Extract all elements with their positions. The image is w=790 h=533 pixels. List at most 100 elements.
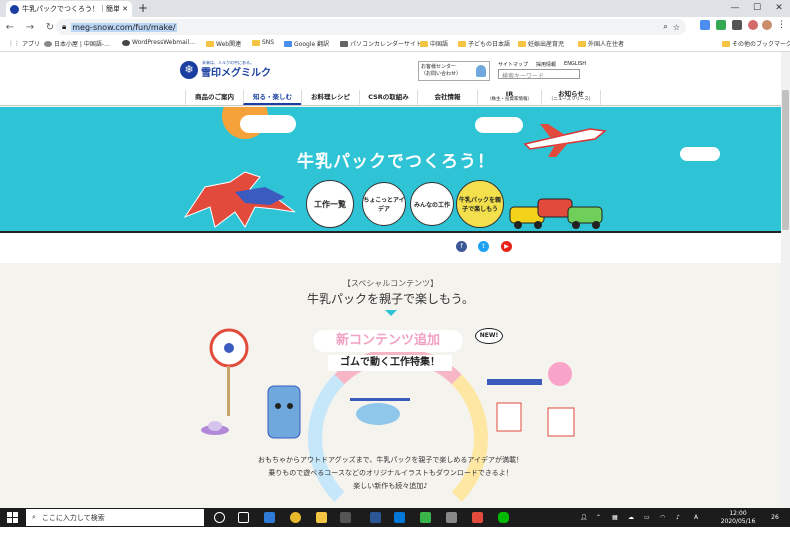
folder-icon [518, 40, 526, 47]
recruit-link[interactable]: 採用情報 [536, 61, 556, 68]
forward-icon[interactable]: → [20, 22, 40, 33]
maximize-button[interactable]: ☐ [746, 0, 768, 17]
extension-icon[interactable] [700, 20, 710, 30]
clock-date: 2020/05/16 [720, 518, 756, 525]
line-icon[interactable] [498, 512, 509, 523]
special-description-2: 乗りもので遊べるコースなどのオリジナルイラストもダウンロードできるよ！ [268, 469, 513, 477]
tab-strip: 牛乳パックでつくろう！｜簡単工作・自… ✕ + — ☐ ✕ [0, 0, 790, 17]
app-icon[interactable] [340, 512, 351, 523]
boat-illustration [487, 379, 542, 432]
bookmark-apps[interactable]: ⋮⋮ アプリ [8, 39, 40, 48]
site-logo[interactable]: ❄ 未来は、ミルクの中にある。 雪印メグミルク [180, 60, 271, 79]
search-icon: ⌕ [32, 513, 36, 521]
site-icon [122, 39, 130, 46]
nav-learn-enjoy[interactable]: 知る・楽しむ [243, 90, 301, 105]
youtube-icon[interactable]: ▶ [501, 241, 512, 252]
search-icon[interactable]: ⌕ [663, 22, 667, 32]
bookmark-folder[interactable]: Web関連 [206, 39, 241, 48]
bookmark-folder[interactable]: 妊娠出産育児 [518, 39, 564, 48]
mail-icon[interactable] [394, 512, 405, 523]
address-bar[interactable]: 🔒︎ meg-snow.com/fun/make/ ⌕ ☆ [56, 19, 686, 35]
close-tab-icon[interactable]: ✕ [122, 5, 128, 13]
folder-icon [420, 40, 428, 47]
bookmark[interactable]: Google 翻訳 [284, 39, 329, 48]
clock[interactable]: 12:00 2020/05/16 [716, 510, 760, 529]
nav-recipes[interactable]: お料理レシピ [301, 90, 359, 105]
site-search-input[interactable]: 検索キーワード [498, 69, 580, 80]
star-icon[interactable]: ☆ [673, 23, 680, 32]
folder-icon [252, 39, 260, 46]
nav-products[interactable]: 商品のご案内 [185, 90, 243, 105]
bookmark[interactable]: WordPressWebmail… [122, 39, 195, 46]
global-nav: 商品のご案内 知る・楽しむ お料理レシピ CSRの取組み 会社情報 IR （株主・… [0, 90, 781, 106]
cortana-icon[interactable] [214, 512, 225, 523]
airplane-illustration [523, 124, 607, 157]
tray-volume-icon[interactable]: ♪ [676, 514, 680, 533]
nav-company[interactable]: 会社情報 [417, 90, 477, 105]
edge-icon[interactable] [264, 512, 275, 523]
tray-network-icon[interactable]: ▦ [612, 514, 618, 533]
profile-avatar[interactable] [762, 20, 772, 30]
tray-people-icon[interactable]: 👤︎ [580, 514, 588, 533]
special-subtitle: 【スペシャルコンテンツ】 [342, 279, 439, 288]
ime-indicator[interactable]: A [694, 514, 698, 533]
promo-banner[interactable]: 新コンテンツ追加 ゴムで動く工作特集！ NEW! [200, 320, 580, 508]
word-icon[interactable] [370, 512, 381, 523]
app-icon[interactable] [446, 512, 457, 523]
race-cars-illustration [509, 198, 603, 229]
nav-news[interactable]: お知らせ （ニュースリリース） [541, 90, 601, 105]
folder-icon [722, 40, 730, 47]
nav-ir[interactable]: IR （株主・投資家情報） [477, 90, 541, 105]
windows-taskbar: ⌕ ここに入力して検索 👤︎ ⌃ ▦ ☁ ▭ ◠ ♪ A 12:00 2020/… [0, 508, 790, 527]
tray-chevron-up-icon[interactable]: ⌃ [596, 514, 601, 533]
tray-battery-icon[interactable]: ▭ [644, 514, 650, 533]
folder-icon [458, 40, 466, 47]
tray-wifi-icon[interactable]: ◠ [660, 514, 665, 533]
task-view-icon[interactable] [238, 512, 249, 523]
new-label: NEW! [475, 328, 503, 344]
operator-icon [476, 65, 486, 77]
bookmark[interactable]: パソコンカレンダーサイト [340, 39, 422, 48]
banner-button-everyone[interactable]: みんなの工作 [410, 182, 454, 226]
new-tab-button[interactable]: + [138, 0, 148, 17]
extension-icon[interactable] [716, 20, 726, 30]
customer-center-link[interactable]: お客様センター （お問い合わせ） [418, 61, 490, 81]
notification-count[interactable]: 26 [768, 514, 782, 533]
browser-tab[interactable]: 牛乳パックでつくろう！｜簡単工作・自… ✕ [6, 1, 132, 17]
bookmark-folder[interactable]: 中国語 [420, 39, 448, 48]
bookmark[interactable]: 日本小屋 | 中国語-… [44, 39, 110, 48]
banner-button-idea[interactable]: ちょこっとアイデア [362, 182, 406, 226]
scrollbar-thumb[interactable] [782, 90, 789, 230]
app-icon[interactable] [420, 512, 431, 523]
url-text[interactable]: meg-snow.com/fun/make/ [71, 22, 177, 32]
site-header: ❄ 未来は、ミルクの中にある。 雪印メグミルク お客様センター （お問い合わせ）… [0, 52, 781, 90]
photos-icon[interactable] [472, 512, 483, 523]
bookmark-folder[interactable]: 子どもの日本語 [458, 39, 510, 48]
sitemap-link[interactable]: サイトマップ [498, 61, 528, 68]
browser-toolbar: ← → ↻ 🔒︎ meg-snow.com/fun/make/ ⌕ ☆ ⋮ [0, 17, 790, 37]
bookmark-folder-other[interactable]: その他のブックマーク [722, 39, 790, 48]
minimize-button[interactable]: — [724, 0, 746, 17]
apps-icon: ⋮⋮ [8, 40, 20, 47]
banner-button-family[interactable]: 牛乳パックを親子で楽しもう [456, 180, 504, 228]
extension-icon[interactable] [748, 20, 758, 30]
file-explorer-icon[interactable] [316, 512, 327, 523]
banner-button-list[interactable]: 工作一覧 [306, 180, 354, 228]
bookmark-folder[interactable]: SNS [252, 39, 274, 46]
favicon-icon [10, 4, 19, 14]
twitter-icon[interactable]: t [478, 241, 489, 252]
taskbar-search-placeholder: ここに入力して検索 [41, 513, 105, 522]
extension-icon[interactable] [732, 20, 742, 30]
chrome-icon[interactable] [290, 512, 301, 523]
close-window-button[interactable]: ✕ [768, 0, 790, 17]
taskbar-search-box[interactable]: ⌕ ここに入力して検索 [26, 509, 204, 526]
facebook-icon[interactable]: f [456, 241, 467, 252]
back-icon[interactable]: ← [0, 22, 20, 33]
windows-start-icon[interactable] [7, 512, 18, 523]
english-link[interactable]: ENGLISH [564, 61, 586, 68]
tray-cloud-icon[interactable]: ☁ [628, 514, 634, 533]
tab-title: 牛乳パックでつくろう！｜簡単工作・自… [22, 5, 120, 13]
menu-icon[interactable]: ⋮ [777, 20, 786, 30]
nav-csr[interactable]: CSRの取組み [359, 90, 417, 105]
bookmark-folder[interactable]: 外国人在住者 [578, 39, 624, 48]
